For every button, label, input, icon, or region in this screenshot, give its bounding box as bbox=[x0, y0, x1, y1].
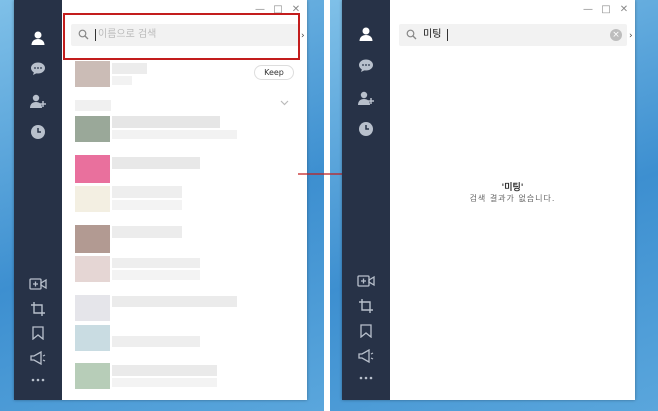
person-icon[interactable] bbox=[26, 27, 50, 49]
blurred-name bbox=[112, 200, 182, 210]
more-icon[interactable] bbox=[354, 367, 378, 389]
text-caret bbox=[447, 29, 448, 41]
clear-search-icon[interactable]: × bbox=[610, 29, 622, 41]
bookmark-icon[interactable] bbox=[26, 322, 50, 344]
blurred-name bbox=[112, 296, 237, 307]
bookmark-icon[interactable] bbox=[354, 320, 378, 342]
video-plus-icon[interactable] bbox=[354, 270, 378, 292]
megaphone-icon[interactable] bbox=[26, 347, 50, 369]
blurred-name bbox=[112, 365, 217, 376]
blurred-name bbox=[112, 226, 182, 238]
crop-icon[interactable] bbox=[26, 298, 50, 320]
more-icon[interactable] bbox=[26, 369, 50, 391]
chat-bubble-icon[interactable] bbox=[26, 58, 50, 80]
window-controls: — □ ✕ bbox=[583, 5, 629, 15]
blurred-name bbox=[112, 130, 237, 139]
close-button[interactable]: ✕ bbox=[619, 5, 629, 15]
blurred-name bbox=[112, 270, 200, 280]
crop-icon[interactable] bbox=[354, 295, 378, 317]
blurred-avatar bbox=[75, 155, 110, 183]
minimize-button[interactable]: — bbox=[583, 5, 593, 15]
blurred-avatar bbox=[75, 225, 110, 253]
blurred-name bbox=[112, 63, 147, 74]
blurred-name bbox=[112, 336, 200, 347]
blurred-name bbox=[112, 186, 182, 198]
search-value: 미팅 bbox=[423, 29, 442, 40]
blurred-avatar bbox=[75, 295, 110, 321]
blurred-avatar bbox=[75, 116, 110, 142]
blurred-avatar bbox=[75, 186, 110, 212]
blurred-name bbox=[112, 76, 132, 85]
blurred-avatar bbox=[75, 61, 110, 87]
search-input[interactable]: 미팅 × bbox=[399, 24, 627, 46]
expand-arrow[interactable]: › bbox=[629, 31, 633, 41]
person-icon[interactable] bbox=[354, 23, 378, 45]
search-icon bbox=[406, 29, 417, 40]
add-friend-icon[interactable] bbox=[26, 90, 50, 112]
expand-arrow[interactable]: › bbox=[301, 31, 305, 41]
add-friend-icon[interactable] bbox=[354, 87, 378, 109]
sidebar bbox=[14, 0, 62, 400]
blurred-name bbox=[112, 378, 217, 387]
blurred-section-header bbox=[75, 100, 111, 111]
search-highlight-box bbox=[63, 13, 300, 60]
blurred-avatar bbox=[75, 256, 110, 282]
chevron-down-icon[interactable] bbox=[280, 100, 289, 106]
empty-state-message: 검색 결과가 없습니다. bbox=[469, 194, 556, 203]
blurred-avatar bbox=[75, 363, 110, 389]
megaphone-icon[interactable] bbox=[354, 345, 378, 367]
blurred-name bbox=[112, 258, 200, 268]
blurred-name bbox=[112, 116, 220, 128]
maximize-button[interactable]: □ bbox=[601, 5, 611, 15]
clock-icon[interactable] bbox=[354, 118, 378, 140]
keep-button[interactable]: Keep bbox=[254, 65, 294, 80]
blurred-avatar bbox=[75, 325, 110, 351]
sidebar bbox=[342, 0, 390, 400]
clock-icon[interactable] bbox=[26, 121, 50, 143]
empty-state-query: '미팅' bbox=[501, 183, 524, 193]
video-plus-icon[interactable] bbox=[26, 273, 50, 295]
chat-bubble-icon[interactable] bbox=[354, 55, 378, 77]
blurred-name bbox=[112, 157, 200, 169]
